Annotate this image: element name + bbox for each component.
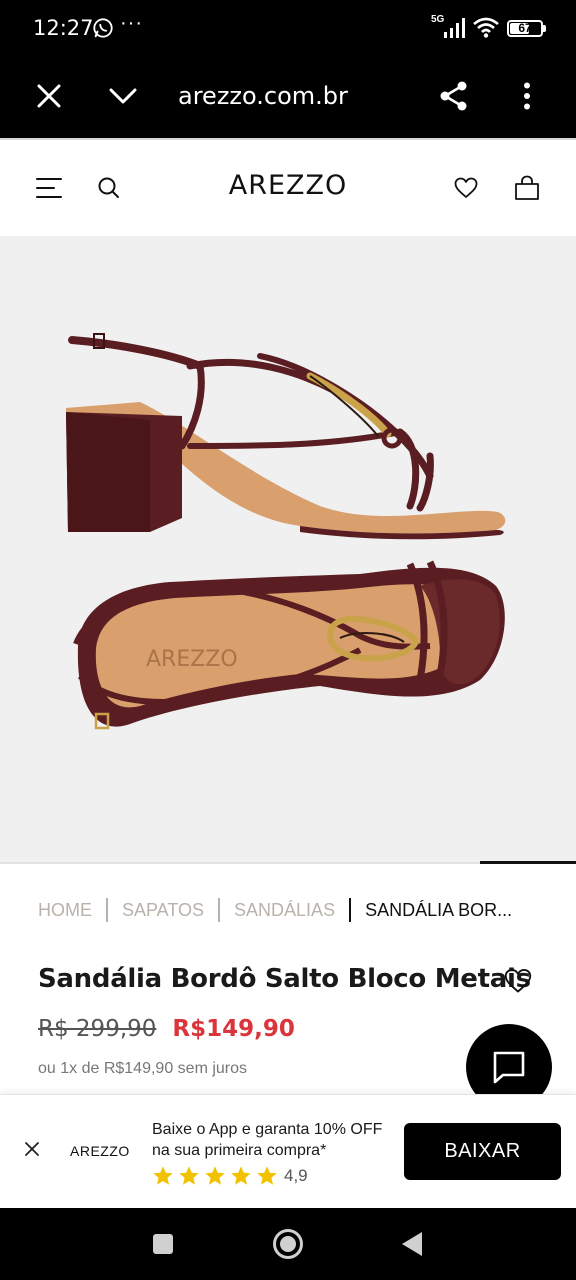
banner-close-button[interactable] (20, 1137, 44, 1161)
add-to-wishlist-button[interactable] (504, 968, 532, 996)
collapse-button[interactable] (103, 76, 143, 116)
recents-button[interactable] (143, 1224, 183, 1264)
star-icon (205, 1166, 225, 1185)
site-header: AREZZO (0, 140, 576, 236)
home-button[interactable] (268, 1224, 308, 1264)
heart-icon (504, 968, 532, 993)
chat-icon (493, 1051, 525, 1084)
star-icon (153, 1166, 173, 1185)
breadcrumb-sandalias[interactable]: SANDÁLIAS (234, 900, 335, 921)
product-image[interactable]: AREZZO (0, 236, 576, 862)
rating-value: 4,9 (284, 1166, 308, 1185)
whatsapp-icon (93, 18, 113, 38)
more-options-button[interactable] (507, 76, 547, 116)
sandal-top-view: AREZZO (73, 560, 505, 730)
home-icon (273, 1229, 303, 1259)
signal-icon (444, 18, 465, 38)
download-app-button[interactable]: BAIXAR (404, 1123, 561, 1180)
sandal-side-view (66, 333, 506, 540)
more-vertical-icon (524, 82, 530, 110)
breadcrumb-current: SANDÁLIA BOR... (365, 899, 513, 920)
close-icon (25, 1142, 39, 1156)
wishlist-header-button[interactable] (446, 168, 486, 208)
breadcrumb-separator (218, 898, 221, 922)
app-install-banner: AREZZO Baixe o App e garanta 10% OFF na … (0, 1094, 576, 1208)
back-button[interactable] (392, 1224, 432, 1264)
chevron-down-icon (109, 88, 137, 104)
status-time: 12:27 (33, 16, 94, 40)
close-tab-button[interactable] (29, 76, 69, 116)
sandal-illustration: AREZZO (66, 333, 506, 730)
share-icon (440, 81, 467, 111)
breadcrumb-sapatos[interactable]: SAPATOS (122, 900, 204, 921)
price-sale: R$149,90 (172, 1016, 295, 1042)
breadcrumb-home[interactable]: HOME (38, 900, 92, 921)
breadcrumb: HOME SAPATOS SANDÁLIAS SANDÁLIA BOR... (38, 898, 548, 922)
share-button[interactable] (434, 76, 474, 116)
heart-icon (454, 177, 478, 198)
url-text[interactable]: arezzo.com.br (178, 82, 348, 110)
app-rating: 4,9 (152, 1165, 308, 1187)
notification-overflow: ··· (120, 12, 143, 34)
star-icon (231, 1166, 251, 1185)
installments-text: ou 1x de R$149,90 sem juros (38, 1060, 248, 1077)
star-icon (257, 1166, 277, 1185)
brand-logo[interactable]: AREZZO (0, 170, 576, 201)
browser-toolbar: arezzo.com.br (0, 56, 576, 138)
carousel-indicator[interactable] (480, 861, 576, 864)
close-icon (37, 84, 61, 108)
bag-icon (515, 175, 539, 200)
battery-percent: 67 (518, 21, 532, 35)
system-navigation-bar (0, 1208, 576, 1280)
banner-app-logo: AREZZO (70, 1143, 130, 1159)
price-row: R$ 299,90 R$149,90 (38, 1016, 295, 1042)
recents-icon (153, 1234, 173, 1254)
battery-icon: 67 (507, 20, 543, 37)
star-icon (179, 1166, 199, 1185)
banner-promo-text: Baixe o App e garanta 10% OFF na sua pri… (152, 1121, 383, 1159)
breadcrumb-separator (349, 898, 352, 922)
wifi-icon (473, 17, 499, 38)
status-bar: 12:27 ··· 5G 67 (0, 0, 576, 56)
battery-tip (543, 25, 546, 32)
back-icon (402, 1232, 422, 1256)
cart-button[interactable] (507, 168, 547, 208)
product-title: Sandália Bordô Salto Bloco Metais (38, 964, 531, 994)
breadcrumb-separator (106, 898, 108, 922)
price-original: R$ 299,90 (38, 1016, 157, 1042)
insole-brand: AREZZO (146, 647, 238, 672)
